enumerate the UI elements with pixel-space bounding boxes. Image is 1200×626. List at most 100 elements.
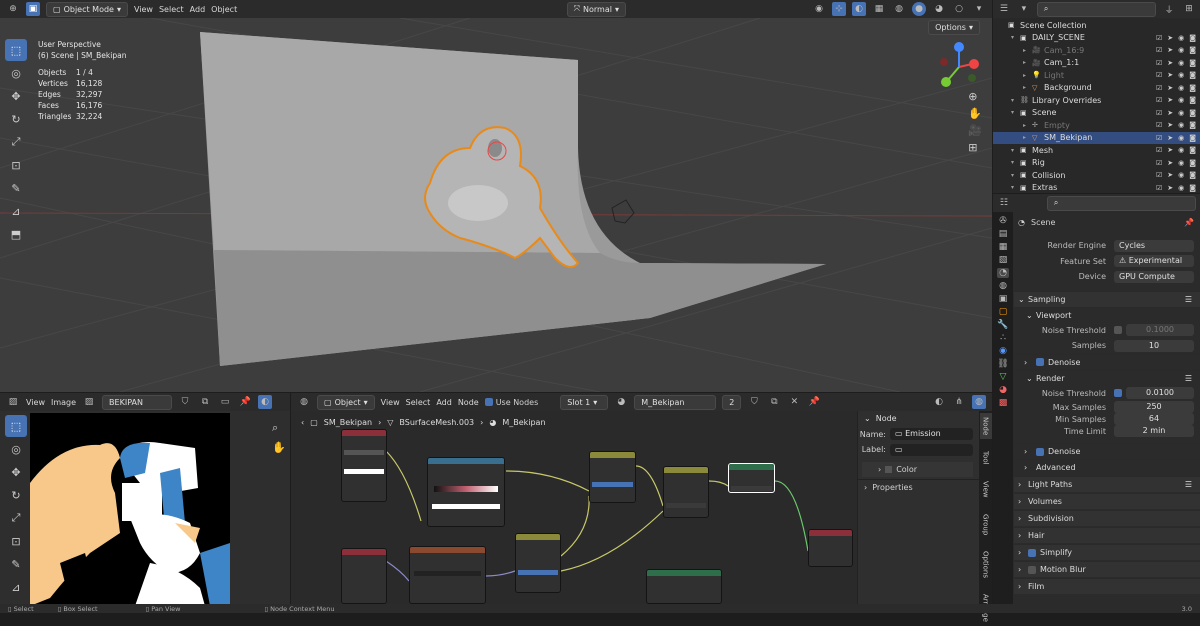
image-view-icon[interactable]: ◐ <box>258 395 273 409</box>
node-map-range[interactable] <box>515 533 561 593</box>
rotate-tool-icon[interactable]: ↻ <box>5 484 27 506</box>
overlay-icon[interactable]: ◍ <box>972 395 986 409</box>
particles-tab-icon[interactable]: ∴ <box>1000 333 1006 343</box>
select-arrow-icon[interactable]: ➤ <box>1167 171 1173 179</box>
node-colorramp[interactable] <box>427 457 505 527</box>
shader-type-dropdown[interactable]: ▢ Object ▾ <box>317 394 375 410</box>
vp-samples-field[interactable]: 10 <box>1114 339 1194 352</box>
camera-render-icon[interactable]: ◙ <box>1189 171 1196 179</box>
menu-node[interactable]: Node <box>458 398 479 407</box>
time-limit-field[interactable]: 2 min <box>1114 425 1194 437</box>
pan-hand-icon[interactable]: ✋ <box>968 107 982 120</box>
camera-view-icon[interactable]: 🎥 <box>968 124 982 137</box>
scale-tool-icon[interactable]: ⤢ <box>5 507 27 529</box>
view-layer-tab-icon[interactable]: ▧ <box>999 255 1008 265</box>
node-name-field[interactable]: ▭ Emission <box>890 428 973 441</box>
panel-light-paths[interactable]: › Light Paths ☰ <box>1014 476 1200 492</box>
outliner-row[interactable]: ▾ ⛓ Library Overrides ☑ ➤ ◉ ◙ <box>993 94 1200 107</box>
node-texcoord[interactable] <box>341 548 387 604</box>
menu-select[interactable]: Select <box>159 5 184 14</box>
checkbox-icon[interactable]: ☑ <box>1156 34 1162 42</box>
min-samples-field[interactable]: 64 <box>1114 413 1194 425</box>
camera-render-icon[interactable]: ◙ <box>1189 96 1196 104</box>
checkbox-icon[interactable]: ☑ <box>1156 96 1162 104</box>
duplicate-icon[interactable]: ⧉ <box>767 395 781 409</box>
outliner-row[interactable]: ▸ 💡 Light ☑ ➤ ◉ ◙ <box>993 69 1200 82</box>
image-editor-type-icon[interactable]: ▨ <box>6 395 20 409</box>
scene-tab-icon[interactable]: ◔ <box>997 268 1009 278</box>
menu-select[interactable]: Select <box>406 398 431 407</box>
transform-tool-icon[interactable]: ⊡ <box>5 154 27 176</box>
tab-tool[interactable]: Tool <box>980 447 992 469</box>
disclosure-icon[interactable]: ▾ <box>1011 97 1020 104</box>
disclosure-icon[interactable]: ▸ <box>1023 47 1032 54</box>
sampling-panel-header[interactable]: ⌄ Sampling ☰ <box>1014 290 1200 307</box>
pin-icon[interactable]: 📌 <box>238 395 252 409</box>
node-panel-header[interactable]: ⌄ Node <box>858 411 979 427</box>
constraints-tab-icon[interactable]: ⛓ <box>997 359 1008 369</box>
fake-user-icon[interactable]: ⛉ <box>178 395 192 409</box>
shading-rendered-icon[interactable]: ○ <box>952 2 966 16</box>
eye-icon[interactable]: ◉ <box>1178 46 1184 54</box>
checkbox-icon[interactable]: ☑ <box>1156 146 1162 154</box>
eye-icon[interactable]: ◉ <box>1178 109 1184 117</box>
outliner-row[interactable]: ▸ ▽ SM_Bekipan ☑ ➤ ◉ ◙ <box>993 131 1200 144</box>
add-cube-tool-icon[interactable]: ⬒ <box>5 223 27 245</box>
select-box-tool-icon[interactable]: ⬚ <box>5 39 27 61</box>
material-tab-icon[interactable]: ◕ <box>999 385 1007 395</box>
node-bottom-green[interactable] <box>646 569 722 604</box>
select-arrow-icon[interactable]: ➤ <box>1167 109 1173 117</box>
max-samples-field[interactable]: 250 <box>1114 401 1194 413</box>
select-arrow-icon[interactable]: ➤ <box>1167 146 1173 154</box>
outliner-row[interactable]: ▸ ✢ Empty ☑ ➤ ◉ ◙ <box>993 119 1200 132</box>
checkbox-checked[interactable] <box>1036 358 1044 366</box>
camera-render-icon[interactable]: ◙ <box>1189 84 1196 92</box>
disclosure-icon[interactable]: ▾ <box>1011 147 1020 154</box>
shading-wire-icon[interactable]: ◍ <box>892 2 906 16</box>
menu-add[interactable]: Add <box>436 398 452 407</box>
node-mix-1[interactable] <box>589 451 636 503</box>
render-engine-dropdown[interactable]: Cycles <box>1114 239 1194 252</box>
pan-hand-icon[interactable]: ✋ <box>272 441 286 454</box>
shading-solid-icon[interactable]: ● <box>912 2 926 16</box>
select-tool-icon[interactable]: ⬚ <box>5 415 27 437</box>
menu-view[interactable]: View <box>381 398 400 407</box>
material-name-field[interactable]: M_Bekipan <box>634 394 717 410</box>
outliner-row[interactable]: ▾ ▣ Extras ☑ ➤ ◉ ◙ <box>993 182 1200 195</box>
node-editor-type-icon[interactable]: ◍ <box>297 395 311 409</box>
slot-dropdown[interactable]: Slot 1 ▾ <box>560 394 609 410</box>
menu-view[interactable]: View <box>134 5 153 14</box>
camera-render-icon[interactable]: ◙ <box>1189 184 1196 192</box>
eye-icon[interactable]: ◉ <box>1178 59 1184 67</box>
camera-render-icon[interactable]: ◙ <box>1189 46 1196 54</box>
select-arrow-icon[interactable]: ➤ <box>1167 159 1173 167</box>
checkbox-checked[interactable] <box>1028 548 1036 557</box>
eye-icon[interactable]: ◉ <box>1178 96 1184 104</box>
world-tab-icon[interactable]: ◍ <box>999 281 1007 291</box>
viewport-3d[interactable]: ⬚ ◎ ✥ ↻ ⤢ ⊡ ✎ ⊿ ⬒ User Perspective (6) S… <box>0 18 992 392</box>
camera-render-icon[interactable]: ◙ <box>1189 59 1196 67</box>
annotate-tool-icon[interactable]: ✎ <box>5 553 27 575</box>
disclosure-icon[interactable]: ▸ <box>1023 134 1032 141</box>
sample-tool-icon[interactable]: ⊿ <box>5 576 27 598</box>
disclosure-icon[interactable]: ▾ <box>1011 34 1020 41</box>
render-subpanel-header[interactable]: ⌄ Render ☰ <box>1014 369 1200 386</box>
viewport-subpanel-header[interactable]: ⌄ Viewport <box>1014 306 1200 323</box>
tab-group[interactable]: Group <box>980 510 992 539</box>
checkbox-icon[interactable]: ☑ <box>1156 171 1162 179</box>
select-arrow-icon[interactable]: ➤ <box>1167 184 1173 192</box>
checkbox-checked[interactable] <box>1114 389 1122 398</box>
disclosure-icon[interactable]: ▾ <box>1011 109 1020 116</box>
image-editor[interactable]: ⬚ ◎ ✥ ↻ ⤢ ⊡ ✎ ⊿ ⌕ ✋ <box>0 411 290 604</box>
rotate-tool-icon[interactable]: ↻ <box>5 108 27 130</box>
checkbox-checked[interactable] <box>1036 447 1044 456</box>
modifier-tab-icon[interactable]: 🔧 <box>997 320 1008 330</box>
camera-render-icon[interactable]: ◙ <box>1189 71 1196 79</box>
checkbox[interactable] <box>1114 326 1122 335</box>
eye-icon[interactable]: ◉ <box>1178 134 1184 142</box>
vp-noise-field[interactable]: 0.1000 <box>1126 324 1194 337</box>
pin-icon[interactable]: 📌 <box>1184 218 1194 227</box>
select-mode-icon[interactable]: ▣ <box>26 2 40 16</box>
select-arrow-icon[interactable]: ➤ <box>1167 59 1173 67</box>
node-image-texture[interactable] <box>409 546 486 604</box>
